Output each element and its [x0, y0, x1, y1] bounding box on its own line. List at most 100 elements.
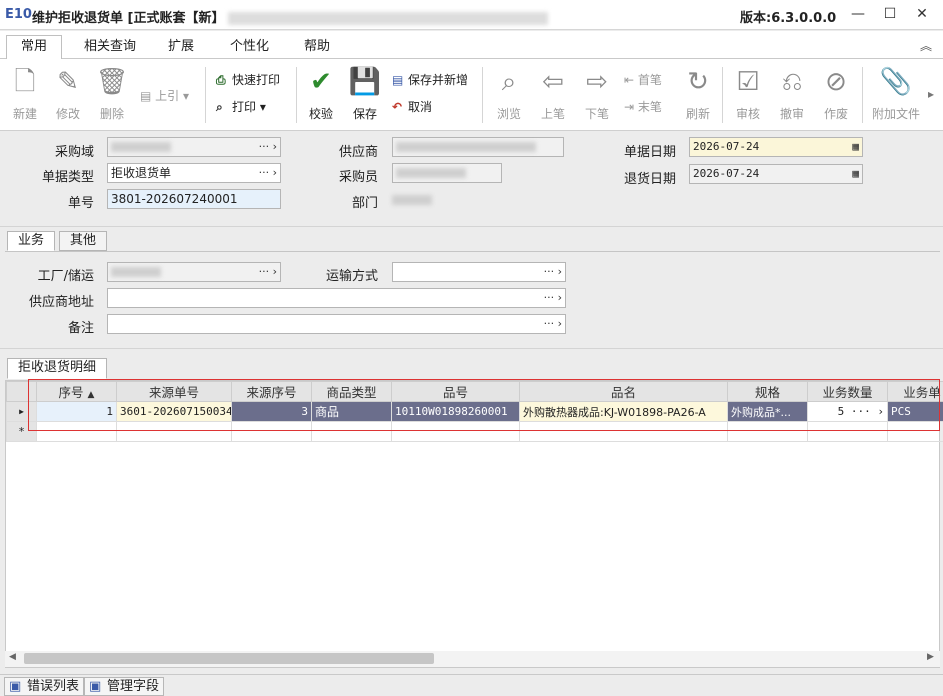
refresh-icon: ↻ [687, 67, 709, 97]
new-row[interactable]: * [6, 421, 943, 442]
next-record-button[interactable]: ⇨ 下笔 [575, 65, 619, 127]
maximize-button[interactable]: ☐ [880, 4, 900, 24]
ribbon-tabs: 常用 相关查询 扩展 个性化 帮助 ︽ [0, 31, 943, 59]
tab-error-list[interactable]: ▣ 错误列表 [4, 677, 85, 696]
doc-type-field[interactable]: 拒收退货单 ··· › [107, 163, 281, 183]
tab-personalize[interactable]: 个性化 [216, 36, 283, 60]
grid-header-row: 序号 ▲ 来源单号 来源序号 商品类型 品号 品名 规格 业务数量 业务单 [6, 381, 943, 402]
tab-manage-fields[interactable]: ▣ 管理字段 [84, 677, 165, 696]
transport-field[interactable]: ··· › [392, 262, 566, 282]
ellipsis-icon[interactable]: ··· › [544, 315, 562, 333]
last-record-button[interactable]: ⇥ 末笔 [624, 96, 662, 118]
prev-record-button[interactable]: ⇦ 上笔 [531, 65, 575, 127]
ellipsis-icon[interactable]: ··· › [259, 138, 277, 156]
approve-button[interactable]: ☑ 审核 [726, 65, 770, 127]
cell-seq[interactable]: 1 [36, 401, 117, 422]
blurred-value [392, 195, 432, 205]
last-icon: ⇥ [624, 100, 638, 114]
ellipsis-icon[interactable]: ··· › [259, 263, 277, 281]
scroll-left-icon[interactable]: ◀ [9, 652, 16, 662]
col-item-no[interactable]: 品号 [391, 381, 520, 402]
supplier-label: 供应商 [338, 145, 378, 160]
supplier-field[interactable] [392, 137, 564, 157]
error-list-icon: ▣ [9, 679, 22, 694]
quick-print-button[interactable]: ⎙ 快速打印 [216, 69, 280, 91]
cell-item-no[interactable]: 10110W01898260001 [391, 401, 520, 422]
doc-no-field[interactable]: 3801-202607240001 [107, 189, 281, 209]
toolbar-separator [862, 67, 863, 123]
table-row[interactable]: ▶ 1 3601-202607150034 3 商品 10110W0189826… [6, 401, 943, 422]
collapse-ribbon-icon[interactable]: ︽ [920, 37, 932, 54]
edit-button[interactable]: ✎ 修改 [46, 65, 90, 127]
cell-biz-qty[interactable]: 5 ··· › [807, 401, 888, 422]
print-button[interactable]: ⌕ 打印 ▾ [216, 96, 266, 118]
first-record-button[interactable]: ⇤ 首笔 [624, 69, 662, 91]
plant-field[interactable]: ··· › [107, 262, 281, 282]
save-button[interactable]: 💾 保存 [343, 65, 387, 127]
ellipsis-icon[interactable]: ··· › [544, 263, 562, 281]
tab-business[interactable]: 业务 [7, 231, 56, 251]
blurred-value [396, 168, 466, 178]
tab-help[interactable]: 帮助 [290, 36, 344, 60]
purchase-domain-field[interactable]: ··· › [107, 137, 281, 157]
header-form: 采购域 ··· › 单据类型 拒收退货单 ··· › 单号 3801-202607… [0, 131, 943, 226]
new-button[interactable]: 🗋 新建 [3, 65, 47, 127]
supplier-address-field[interactable]: ··· › [107, 288, 566, 308]
quick-print-icon: ⎙ [216, 73, 226, 87]
arrow-right-icon: ⇨ [586, 67, 608, 97]
delete-button[interactable]: 🗑 删除 [90, 65, 134, 127]
cell-item-name[interactable]: 外购散热器成品:KJ-W01898-PA26-A [519, 401, 728, 422]
col-spec[interactable]: 规格 [727, 381, 808, 402]
pull-button[interactable]: ▤ 上引 ▾ [140, 85, 189, 107]
tab-common[interactable]: 常用 [6, 35, 63, 59]
scroll-right-icon[interactable]: ▶ [927, 652, 934, 662]
col-source-no[interactable]: 来源单号 [116, 381, 232, 402]
col-biz-qty[interactable]: 业务数量 [807, 381, 888, 402]
doc-date-field[interactable]: 2026-07-24 ▦ [689, 137, 863, 157]
check-button[interactable]: ✔ 校验 [299, 65, 343, 127]
blurred-value [111, 267, 161, 277]
app-logo: E10 [5, 7, 32, 22]
cell-biz-unit[interactable]: PCS [887, 401, 943, 422]
plant-label: 工厂/储运 [37, 269, 94, 284]
cell-item-type[interactable]: 商品 [311, 401, 392, 422]
buyer-field[interactable] [392, 163, 502, 183]
minimize-button[interactable]: — [848, 4, 868, 24]
void-button[interactable]: ⊘ 作废 [814, 65, 858, 127]
tab-related-query[interactable]: 相关查询 [70, 36, 150, 60]
ellipsis-icon[interactable]: ··· › [851, 405, 884, 418]
calendar-icon[interactable]: ▦ [852, 165, 859, 183]
cell-source-seq[interactable]: 3 [231, 401, 312, 422]
tab-extend[interactable]: 扩展 [154, 36, 208, 60]
attach-file-button[interactable]: 📎 附加文件 [868, 65, 924, 127]
browse-button[interactable]: ⌕ 浏览 [487, 65, 531, 127]
col-biz-unit[interactable]: 业务单 [887, 381, 943, 402]
col-seq[interactable]: 序号 ▲ [36, 381, 117, 402]
cancel-button[interactable]: ↶ 取消 [392, 96, 432, 118]
arrow-left-icon: ⇦ [542, 67, 564, 97]
doc-type-label: 单据类型 [41, 170, 94, 185]
col-source-seq[interactable]: 来源序号 [231, 381, 312, 402]
cell-spec[interactable]: 外购成品*... [727, 401, 808, 422]
save-new-icon: ▤ [392, 73, 404, 87]
scroll-thumb[interactable] [24, 653, 434, 664]
tab-return-details[interactable]: 拒收退货明细 [7, 358, 108, 379]
close-button[interactable]: ✕ [912, 4, 932, 24]
refresh-button[interactable]: ↻ 刷新 [676, 65, 720, 127]
toolbar-scroll-right-icon[interactable]: ▸ [928, 87, 934, 101]
cell-source-no[interactable]: 3601-202607150034 [116, 401, 232, 422]
unapprove-button[interactable]: ⎌ 撤审 [770, 65, 814, 127]
return-date-label: 退货日期 [623, 172, 676, 187]
return-date-field[interactable]: 2026-07-24 ▦ [689, 164, 863, 184]
remark-field[interactable]: ··· › [107, 314, 566, 334]
col-item-type[interactable]: 商品类型 [311, 381, 392, 402]
tab-other[interactable]: 其他 [59, 231, 108, 251]
ellipsis-icon[interactable]: ··· › [544, 289, 562, 307]
remark-label: 备注 [67, 321, 94, 336]
toolbar-separator [296, 67, 297, 123]
save-and-new-button[interactable]: ▤ 保存并新增 [392, 69, 468, 91]
toolbar: 🗋 新建 ✎ 修改 🗑 删除 ▤ 上引 ▾ ⎙ 快速打印 ⌕ 打印 ▾ ✔ 校验 💾 保存 ▤… [0, 59, 943, 131]
col-item-name[interactable]: 品名 [519, 381, 728, 402]
ellipsis-icon[interactable]: ··· › [259, 164, 277, 182]
calendar-icon[interactable]: ▦ [852, 138, 859, 156]
